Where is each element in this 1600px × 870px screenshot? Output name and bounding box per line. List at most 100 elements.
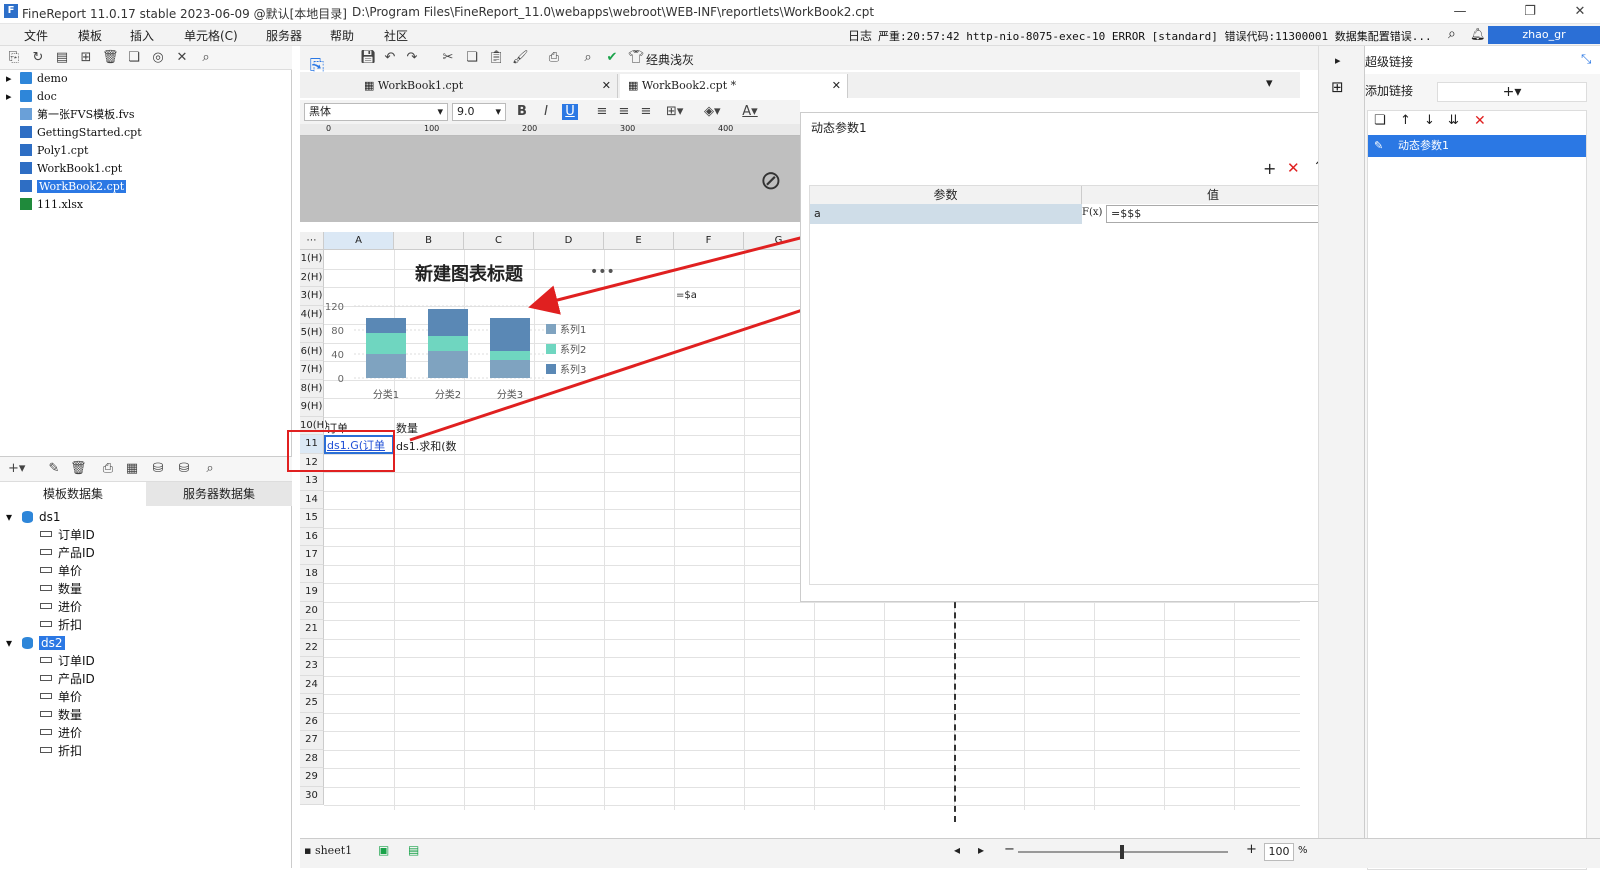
check-icon[interactable]: ⌕: [580, 50, 596, 66]
delete-icon[interactable]: 🗑︎: [70, 461, 87, 477]
sheet-tab[interactable]: ▪ sheet1: [304, 844, 352, 857]
bar-chart[interactable]: 新建图表标题 ••• 0 40 80 120 分类1 分类2 分类3 系列1 系列2 系列3: [324, 250, 614, 422]
align-center-icon[interactable]: ≡: [616, 104, 632, 120]
dataset-toggle-icon[interactable]: ▾: [6, 508, 12, 526]
log-label[interactable]: 日志: [848, 27, 872, 44]
undo-icon[interactable]: ↶: [382, 50, 398, 66]
row-header[interactable]: 27: [300, 731, 324, 750]
refresh-icon[interactable]: ↻: [30, 50, 46, 66]
row-header[interactable]: 19: [300, 583, 324, 602]
search-icon[interactable]: ⌕: [1448, 26, 1456, 42]
restore-button[interactable]: ❐: [1510, 2, 1550, 22]
preview-icon[interactable]: ⎙: [100, 461, 116, 477]
column-header[interactable]: C: [464, 232, 534, 250]
param-icon[interactable]: ▦: [124, 461, 140, 477]
row-header[interactable]: 13: [300, 472, 324, 491]
bar-2-1[interactable]: [490, 351, 530, 360]
tab-workbook2[interactable]: ▦ WorkBook2.cpt * ✕: [620, 74, 848, 98]
row-header[interactable]: 1(H): [300, 250, 324, 269]
minimize-button[interactable]: —: [1440, 2, 1480, 22]
bar-2-0[interactable]: [490, 360, 530, 378]
underline-icon[interactable]: U: [562, 104, 578, 120]
row-header[interactable]: 7(H): [300, 361, 324, 380]
bar-2-2[interactable]: [490, 318, 530, 351]
template-icon[interactable]: ▤: [54, 50, 70, 66]
copy-icon[interactable]: ❏: [126, 50, 142, 66]
next-icon[interactable]: ▸: [978, 843, 984, 857]
add-sheet-icon[interactable]: ▣: [378, 843, 389, 857]
link-item-dynamic-param[interactable]: ✎ 动态参数1: [1368, 135, 1586, 157]
add-param-icon[interactable]: +: [1263, 159, 1276, 178]
preview-icon[interactable]: ⎙: [546, 50, 562, 66]
tab-server-dataset[interactable]: 服务器数据集: [146, 482, 292, 506]
theme-label[interactable]: 经典浅灰: [646, 51, 694, 68]
dataset-ds2[interactable]: ds2: [22, 634, 65, 652]
layout-icon[interactable]: ⊞: [1331, 78, 1344, 96]
menu-server[interactable]: 服务器: [266, 27, 302, 44]
field-item[interactable]: 产品ID: [40, 544, 95, 562]
menu-template[interactable]: 模板: [78, 27, 102, 44]
font-size-select[interactable]: 9.0 ▾: [452, 103, 506, 121]
zoom-in-icon[interactable]: +: [1246, 842, 1257, 857]
field-item[interactable]: 订单ID: [40, 526, 95, 544]
tree-toggle-icon[interactable]: ▸: [6, 88, 12, 105]
bar-1-2[interactable]: [428, 309, 468, 336]
row-header[interactable]: 25: [300, 694, 324, 713]
bar-0-1[interactable]: [366, 333, 406, 354]
format-painter-icon[interactable]: 🖌︎: [512, 50, 529, 66]
pin-icon[interactable]: ⤡: [1581, 52, 1591, 67]
align-left-icon[interactable]: ≡: [594, 104, 610, 120]
row-header[interactable]: 23: [300, 657, 324, 676]
zoom-input[interactable]: 100: [1264, 843, 1294, 861]
redo-icon[interactable]: ↷: [404, 50, 420, 66]
tree-item-workbook2[interactable]: WorkBook2.cpt: [20, 178, 127, 195]
bar-0-0[interactable]: [366, 354, 406, 378]
row-header[interactable]: 4(H): [300, 305, 324, 324]
font-color-icon[interactable]: A▾: [742, 104, 758, 120]
success-icon[interactable]: ✔: [604, 50, 620, 66]
tab-menu-icon[interactable]: ▾: [1266, 76, 1273, 91]
row-header[interactable]: 24: [300, 675, 324, 694]
param-value-input[interactable]: =$$$: [1106, 205, 1344, 223]
move-down-icon[interactable]: ↓: [1424, 113, 1435, 128]
delete-link-icon[interactable]: ✕: [1474, 113, 1486, 129]
column-header[interactable]: D: [534, 232, 604, 250]
collapse-icon[interactable]: ✕: [174, 50, 190, 66]
close-tab-icon[interactable]: ✕: [602, 74, 611, 98]
field-item[interactable]: 折扣: [40, 742, 82, 760]
database-settings-icon[interactable]: ⛁: [176, 461, 192, 477]
column-header[interactable]: E: [604, 232, 674, 250]
copy-link-icon[interactable]: ❏: [1374, 113, 1386, 128]
tree-item-gettingstarted[interactable]: GettingStarted.cpt: [20, 124, 142, 141]
border-icon[interactable]: ⊞▾: [666, 104, 683, 120]
close-tab-icon[interactable]: ✕: [832, 74, 841, 98]
add-report-icon[interactable]: ▤: [408, 843, 419, 857]
delete-icon[interactable]: 🗑︎: [102, 50, 119, 66]
add-link-button[interactable]: +▾: [1437, 82, 1587, 102]
tree-item-xlsx[interactable]: 111.xlsx: [20, 196, 83, 213]
chart-menu-icon[interactable]: •••: [590, 264, 614, 280]
cell-f3[interactable]: =$a: [676, 290, 697, 301]
close-button[interactable]: ✕: [1560, 2, 1600, 22]
edit-icon[interactable]: ✎: [46, 461, 62, 477]
add-dataset-icon[interactable]: +▾: [8, 461, 25, 477]
hidden-eye-icon[interactable]: ⊘: [760, 166, 782, 196]
row-header[interactable]: 8(H): [300, 379, 324, 398]
search-file-icon[interactable]: ⌕: [198, 50, 214, 66]
row-header[interactable]: 2(H): [300, 268, 324, 287]
row-header[interactable]: 6(H): [300, 342, 324, 361]
tree-item-workbook1[interactable]: WorkBook1.cpt: [20, 160, 122, 177]
row-header[interactable]: 9(H): [300, 398, 324, 417]
column-header[interactable]: B: [394, 232, 464, 250]
italic-icon[interactable]: I: [538, 104, 554, 120]
sort-icon[interactable]: ⇊: [1448, 113, 1459, 128]
row-header[interactable]: 15: [300, 509, 324, 528]
database-icon[interactable]: ⛁: [150, 461, 166, 477]
prev-icon[interactable]: ◂: [954, 843, 960, 857]
fx-button[interactable]: F(x): [1082, 204, 1106, 224]
cut-icon[interactable]: ✂: [440, 50, 456, 66]
row-header[interactable]: 18: [300, 564, 324, 583]
dataset-toggle-icon[interactable]: ▾: [6, 634, 12, 652]
expand-icon[interactable]: ▸: [1335, 54, 1341, 67]
param-name-cell[interactable]: a: [810, 204, 1082, 224]
